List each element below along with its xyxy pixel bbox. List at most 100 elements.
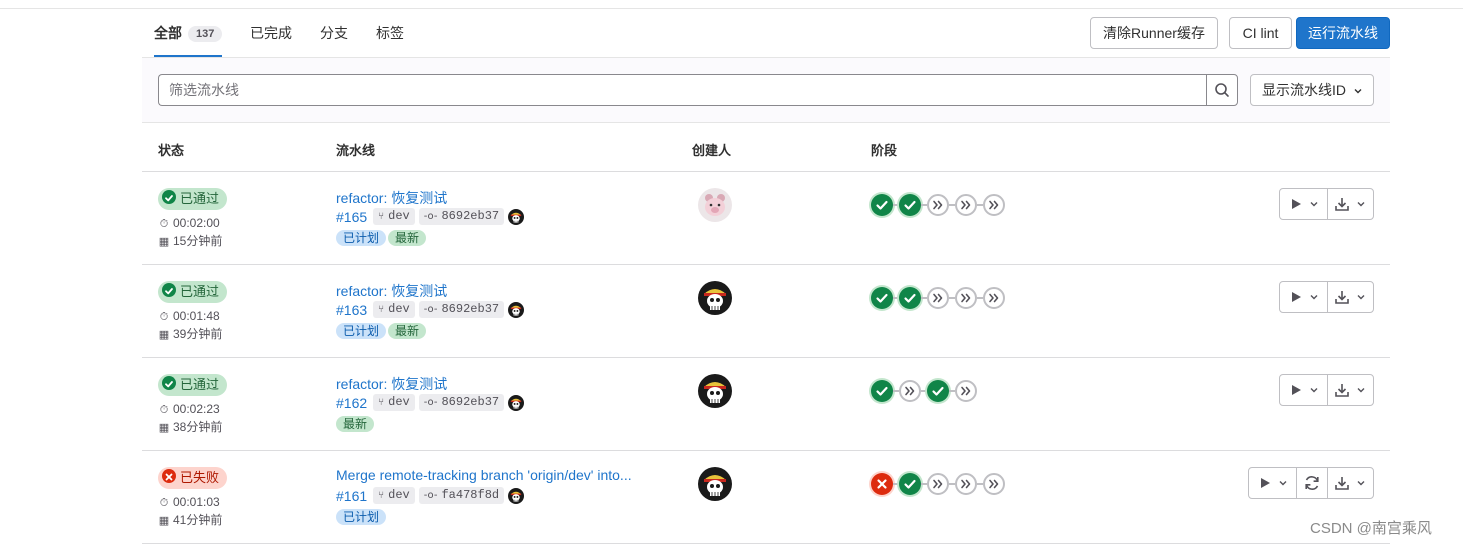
calendar-icon: ▦: [158, 236, 170, 248]
download-artifacts-button[interactable]: [1328, 468, 1374, 498]
scheduled-badge: 已计划: [336, 323, 387, 339]
run-pipeline-button[interactable]: 运行流水线: [1296, 17, 1390, 49]
pipeline-id-link[interactable]: #163: [336, 302, 367, 318]
tab-all-label: 全部: [154, 25, 182, 41]
status-label: 已通过: [180, 377, 220, 392]
stage-skipped-icon[interactable]: [927, 194, 949, 216]
branch-ref[interactable]: ⑂ dev: [373, 301, 415, 319]
tab-finished-label: 已完成: [250, 25, 292, 41]
scheduled-badge: 已计划: [336, 230, 387, 246]
stage-passed-icon[interactable]: [871, 194, 893, 216]
pipeline-id-link[interactable]: #161: [336, 488, 367, 504]
col-creator: 创建人: [692, 143, 732, 158]
stage-passed-icon[interactable]: [899, 473, 921, 495]
pipeline-id-link[interactable]: #165: [336, 209, 367, 225]
duration: ⏱ 00:02:00: [158, 216, 220, 231]
stage-passed-icon[interactable]: [899, 194, 921, 216]
stage-skipped-icon[interactable]: [899, 380, 921, 402]
duration-value: 00:01:03: [173, 495, 220, 509]
tab-all[interactable]: 全部 137: [154, 14, 223, 57]
clear-runner-cache-button[interactable]: 清除Runner缓存: [1090, 17, 1218, 49]
commit-author-avatar[interactable]: [508, 301, 525, 318]
col-pipeline: 流水线: [336, 143, 376, 158]
stage-skipped-icon[interactable]: [983, 473, 1005, 495]
commit-sha[interactable]: -o- 8692eb37: [418, 394, 505, 412]
creator-avatar[interactable]: [698, 281, 732, 315]
branch-icon: ⑂: [378, 211, 385, 223]
pipeline-id-select[interactable]: 显示流水线ID: [1250, 74, 1374, 106]
commit-icon: -o-: [423, 490, 438, 502]
branch-icon: ⑂: [378, 490, 385, 502]
duration-value: 00:02:00: [173, 216, 220, 230]
stage-passed-icon[interactable]: [871, 287, 893, 309]
commit-title-link[interactable]: Merge remote-tracking branch 'origin/dev…: [336, 467, 632, 483]
stage-skipped-icon[interactable]: [983, 287, 1005, 309]
timer-icon: ⏱: [159, 404, 169, 416]
pipeline-tabs: 全部 137 已完成 分支 标签 清除Runner缓存 CI lint 运行流水线: [142, 14, 1390, 58]
commit-author-avatar[interactable]: [508, 487, 525, 504]
commit-sha[interactable]: -o-fa478f8d: [418, 487, 505, 505]
status-label: 已通过: [180, 191, 220, 206]
commit-sha-value: 8692eb37: [441, 302, 500, 317]
commit-icon: -o-: [423, 397, 438, 409]
tab-finished[interactable]: 已完成: [250, 14, 292, 57]
stage-skipped-icon[interactable]: [955, 380, 977, 402]
download-artifacts-button[interactable]: [1328, 282, 1374, 312]
tab-tags[interactable]: 标签: [376, 14, 404, 57]
stage-skipped-icon[interactable]: [955, 473, 977, 495]
branch-ref[interactable]: ⑂ dev: [373, 208, 415, 226]
status-badge[interactable]: 已失败: [158, 467, 228, 489]
ci-lint-button[interactable]: CI lint: [1229, 17, 1292, 49]
status-success-icon: [162, 283, 176, 297]
download-artifacts-button[interactable]: [1328, 375, 1374, 405]
stage-passed-icon[interactable]: [899, 287, 921, 309]
creator-avatar[interactable]: [698, 188, 732, 222]
branch-ref[interactable]: ⑂ dev: [373, 394, 415, 412]
tab-branches-label: 分支: [320, 25, 348, 41]
latest-badge: 最新: [388, 323, 427, 339]
commit-author-avatar[interactable]: [508, 208, 525, 225]
search-button[interactable]: [1206, 74, 1238, 106]
pipeline-meta: #165 ⑂ dev -o- 8692eb37: [336, 208, 525, 228]
stage-skipped-icon[interactable]: [927, 287, 949, 309]
pipeline-id-link[interactable]: #162: [336, 395, 367, 411]
status-badge[interactable]: 已通过: [158, 281, 228, 303]
tab-branches[interactable]: 分支: [320, 14, 348, 57]
stage-passed-icon[interactable]: [871, 380, 893, 402]
stage-skipped-icon[interactable]: [955, 194, 977, 216]
commit-title-link[interactable]: refactor: 恢复测试: [336, 374, 447, 394]
download-artifacts-button[interactable]: [1328, 189, 1374, 219]
stage-skipped-icon[interactable]: [927, 473, 949, 495]
status-badge[interactable]: 已通过: [158, 188, 228, 210]
search-input[interactable]: 筛选流水线: [158, 74, 1208, 106]
manual-jobs-button[interactable]: [1249, 468, 1296, 498]
stage-failed-icon[interactable]: [871, 473, 893, 495]
status-badge[interactable]: 已通过: [158, 374, 228, 396]
manual-jobs-button[interactable]: [1280, 375, 1327, 405]
retry-button[interactable]: [1297, 468, 1327, 498]
branch-ref[interactable]: ⑂ dev: [373, 487, 415, 505]
latest-badge: 最新: [388, 230, 427, 246]
commit-sha[interactable]: -o- 8692eb37: [418, 208, 505, 226]
commit-author-avatar[interactable]: [508, 394, 525, 411]
commit-title-link[interactable]: refactor: 恢复测试: [336, 281, 447, 301]
commit-title-link[interactable]: refactor: 恢复测试: [336, 188, 447, 208]
commit-sha[interactable]: -o- 8692eb37: [418, 301, 505, 319]
creator-avatar[interactable]: [698, 467, 732, 501]
chevron-down-icon: [1354, 89, 1362, 94]
table-row: 已通过 ⏱ 00:02:23 ▦ 38分钟前 refactor: 恢复测试 #162 ⑂ dev…: [142, 358, 1390, 451]
top-divider: [0, 8, 1463, 9]
stage-skipped-icon[interactable]: [955, 287, 977, 309]
branch-name: dev: [388, 302, 410, 317]
pipeline-meta: #163 ⑂ dev -o- 8692eb37: [336, 301, 525, 321]
commit-sha-value: 8692eb37: [441, 209, 500, 224]
scheduled-badge: 已计划: [336, 509, 387, 525]
stage-skipped-icon[interactable]: [983, 194, 1005, 216]
status-label: 已通过: [180, 284, 220, 299]
pipeline-actions: [1248, 467, 1374, 499]
table-row: 已通过 ⏱ 00:01:48 ▦ 39分钟前 refactor: 恢复测试 #163 ⑂ dev…: [142, 265, 1390, 358]
manual-jobs-button[interactable]: [1280, 282, 1327, 312]
stage-passed-icon[interactable]: [927, 380, 949, 402]
creator-avatar[interactable]: [698, 374, 732, 408]
manual-jobs-button[interactable]: [1280, 189, 1327, 219]
